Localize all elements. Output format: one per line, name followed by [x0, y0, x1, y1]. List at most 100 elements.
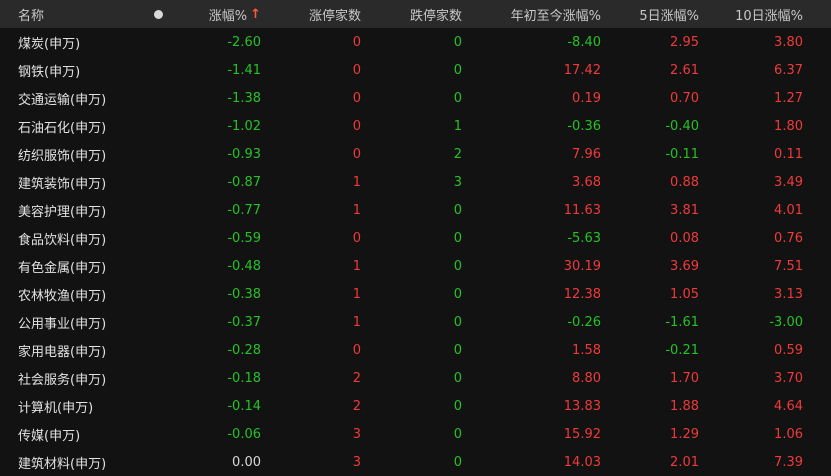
col-header-marker[interactable] [147, 9, 170, 19]
table-row[interactable]: 建筑装饰(申万) -0.87 1 3 3.68 0.88 3.49 [0, 168, 831, 196]
cell-change-pct: -0.14 [227, 398, 261, 414]
col-header-change-pct-label: 涨幅% [208, 8, 248, 24]
cell-limit-up: 2 [352, 398, 361, 414]
col-header-limit-up[interactable]: 涨停家数 [269, 5, 367, 24]
table-row[interactable]: 美容护理(申万) -0.77 1 0 11.63 3.81 4.01 [0, 196, 831, 224]
col-header-5d[interactable]: 5日涨幅% [605, 5, 704, 24]
cell-ytd: 30.19 [563, 258, 601, 274]
table-row[interactable]: 石油石化(申万) -1.02 0 1 -0.36 -0.40 1.80 [0, 112, 831, 140]
cell-limit-down: 0 [453, 230, 462, 246]
table-row[interactable]: 公用事业(申万) -0.37 1 0 -0.26 -1.61 -3.00 [0, 308, 831, 336]
cell-limit-down: 0 [453, 258, 462, 274]
cell-ytd: 7.96 [572, 146, 601, 162]
cell-ytd: 13.83 [563, 398, 601, 414]
table-header: 名称 涨幅% ↑ 涨停家数 跌停家数 年初至今涨幅% 5日涨幅% 10日涨幅% [0, 0, 831, 28]
sector-ranking-table: 名称 涨幅% ↑ 涨停家数 跌停家数 年初至今涨幅% 5日涨幅% 10日涨幅% … [0, 0, 831, 476]
cell-5d: 0.08 [670, 230, 699, 246]
cell-limit-up: 1 [352, 286, 361, 302]
cell-limit-down: 2 [453, 146, 462, 162]
cell-limit-up: 2 [352, 370, 361, 386]
cell-5d: -0.11 [665, 146, 699, 162]
cell-limit-down: 0 [453, 426, 462, 442]
cell-ytd: 8.80 [572, 370, 601, 386]
cell-change-pct: -0.87 [227, 174, 261, 190]
cell-change-pct: -0.06 [227, 426, 261, 442]
col-header-10d[interactable]: 10日涨幅% [704, 5, 831, 24]
table-row[interactable]: 纺织服饰(申万) -0.93 0 2 7.96 -0.11 0.11 [0, 140, 831, 168]
table-body: 煤炭(申万) -2.60 0 0 -8.40 2.95 3.80 钢铁(申万) -1.41 0 0 1… [0, 28, 831, 476]
cell-change-pct: -0.38 [227, 286, 261, 302]
cell-change-pct: -1.02 [227, 118, 261, 134]
cell-change-pct: -0.59 [227, 230, 261, 246]
cell-change-pct: -0.28 [227, 342, 261, 358]
cell-name: 家用电器(申万) [18, 344, 107, 360]
cell-5d: -0.40 [665, 118, 699, 134]
cell-limit-up: 3 [352, 426, 361, 442]
cell-10d: 3.13 [774, 286, 803, 302]
cell-name: 钢铁(申万) [18, 64, 81, 80]
cell-name: 建筑装饰(申万) [18, 176, 107, 192]
cell-change-pct: -2.60 [227, 34, 261, 50]
cell-ytd: 17.42 [563, 62, 601, 78]
cell-change-pct: -1.38 [227, 90, 261, 106]
cell-5d: 0.88 [670, 174, 699, 190]
cell-limit-down: 0 [453, 286, 462, 302]
cell-limit-up: 1 [352, 174, 361, 190]
cell-limit-down: 0 [453, 398, 462, 414]
cell-name: 计算机(申万) [18, 400, 94, 416]
cell-10d: 7.39 [774, 454, 803, 470]
cell-change-pct: -0.93 [227, 146, 261, 162]
cell-5d: 1.70 [670, 370, 699, 386]
marker-dot-icon [154, 9, 163, 19]
cell-name: 煤炭(申万) [18, 36, 81, 52]
col-header-ytd[interactable]: 年初至今涨幅% [466, 5, 605, 24]
table-row[interactable]: 有色金属(申万) -0.48 1 0 30.19 3.69 7.51 [0, 252, 831, 280]
cell-change-pct: -0.18 [227, 370, 261, 386]
cell-5d: 2.95 [670, 34, 699, 50]
cell-change-pct: 0.00 [232, 454, 261, 470]
cell-limit-up: 0 [352, 34, 361, 50]
col-header-change-pct[interactable]: 涨幅% ↑ [170, 5, 269, 24]
cell-ytd: -0.36 [567, 118, 601, 134]
cell-10d: 3.80 [774, 34, 803, 50]
cell-10d: 7.51 [774, 258, 803, 274]
cell-10d: 0.59 [774, 342, 803, 358]
cell-change-pct: -0.37 [227, 314, 261, 330]
cell-limit-down: 0 [453, 62, 462, 78]
cell-limit-up: 1 [352, 258, 361, 274]
table-row[interactable]: 建筑材料(申万) 0.00 3 0 14.03 2.01 7.39 [0, 448, 831, 476]
cell-10d: 4.64 [774, 398, 803, 414]
cell-10d: 6.37 [774, 62, 803, 78]
cell-limit-up: 0 [352, 146, 361, 162]
cell-10d: 4.01 [774, 202, 803, 218]
cell-5d: 3.69 [670, 258, 699, 274]
cell-change-pct: -0.48 [227, 258, 261, 274]
cell-limit-up: 0 [352, 62, 361, 78]
table-row[interactable]: 传媒(申万) -0.06 3 0 15.92 1.29 1.06 [0, 420, 831, 448]
table-row[interactable]: 钢铁(申万) -1.41 0 0 17.42 2.61 6.37 [0, 56, 831, 84]
col-header-limit-down[interactable]: 跌停家数 [367, 5, 466, 24]
cell-5d: 2.01 [670, 454, 699, 470]
cell-limit-up: 0 [352, 230, 361, 246]
cell-limit-up: 1 [352, 202, 361, 218]
cell-ytd: -8.40 [567, 34, 601, 50]
cell-limit-up: 1 [352, 314, 361, 330]
cell-10d: 1.80 [774, 118, 803, 134]
table-row[interactable]: 交通运输(申万) -1.38 0 0 0.19 0.70 1.27 [0, 84, 831, 112]
cell-change-pct: -1.41 [227, 62, 261, 78]
cell-ytd: 15.92 [563, 426, 601, 442]
cell-limit-down: 0 [453, 34, 462, 50]
cell-name: 传媒(申万) [18, 428, 81, 444]
cell-ytd: 14.03 [563, 454, 601, 470]
table-row[interactable]: 社会服务(申万) -0.18 2 0 8.80 1.70 3.70 [0, 364, 831, 392]
cell-ytd: 1.58 [572, 342, 601, 358]
cell-ytd: -5.63 [567, 230, 601, 246]
table-row[interactable]: 农林牧渔(申万) -0.38 1 0 12.38 1.05 3.13 [0, 280, 831, 308]
table-row[interactable]: 计算机(申万) -0.14 2 0 13.83 1.88 4.64 [0, 392, 831, 420]
table-row[interactable]: 煤炭(申万) -2.60 0 0 -8.40 2.95 3.80 [0, 28, 831, 56]
table-row[interactable]: 食品饮料(申万) -0.59 0 0 -5.63 0.08 0.76 [0, 224, 831, 252]
cell-name: 农林牧渔(申万) [18, 288, 107, 304]
cell-5d: 2.61 [670, 62, 699, 78]
col-header-name[interactable]: 名称 [0, 5, 147, 24]
table-row[interactable]: 家用电器(申万) -0.28 0 0 1.58 -0.21 0.59 [0, 336, 831, 364]
